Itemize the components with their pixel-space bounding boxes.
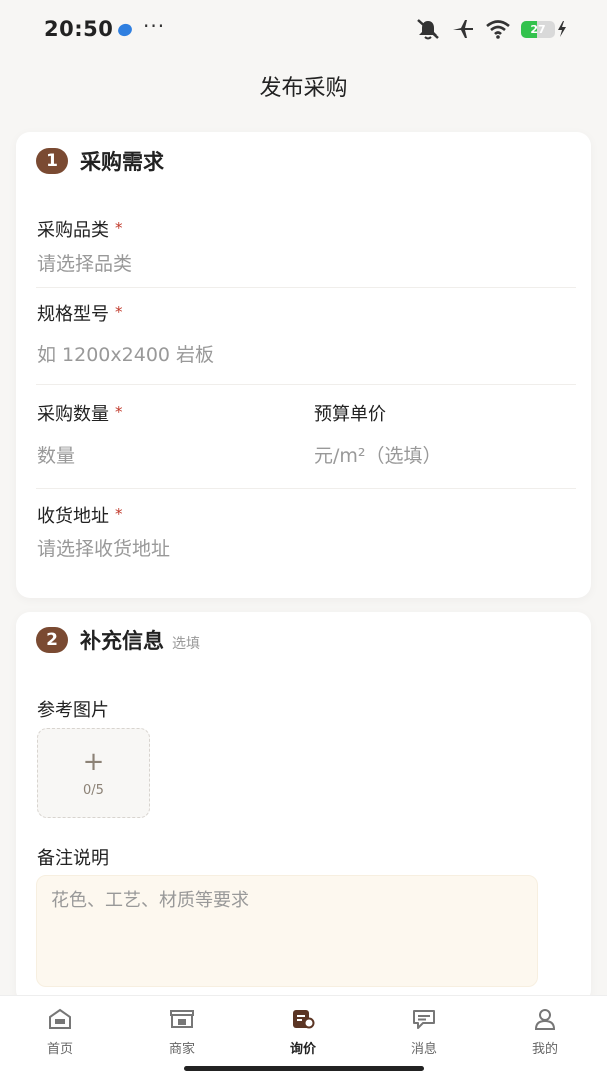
profile-icon xyxy=(534,1009,556,1030)
required-mark: * xyxy=(115,219,123,237)
unit-price-input[interactable]: 元/m²（选填） xyxy=(314,441,442,468)
spec-input[interactable]: 如 1200x2400 岩板 xyxy=(37,340,214,367)
reference-images-label: 参考图片 xyxy=(37,700,109,721)
divider xyxy=(36,287,576,288)
section-title: 采购需求 xyxy=(80,150,164,174)
battery-indicator: 27 xyxy=(521,20,567,38)
tab-label: 我的 xyxy=(531,1042,558,1057)
quantity-label-text: 采购数量 xyxy=(37,404,109,425)
remark-textarea[interactable]: 花色、工艺、材质等要求 xyxy=(36,875,538,987)
tab-label: 首页 xyxy=(46,1042,73,1057)
status-icons: 27 xyxy=(415,18,567,40)
home-icon xyxy=(49,1008,71,1029)
step-badge: 1 xyxy=(36,148,68,174)
app-notification-icon xyxy=(116,21,134,39)
tab-messages[interactable]: 消息 xyxy=(384,1008,464,1057)
remark-label: 备注说明 xyxy=(37,848,109,869)
divider xyxy=(36,384,576,385)
category-label-text: 采购品类 xyxy=(37,220,109,241)
quantity-label: 采购数量 * xyxy=(37,400,123,426)
store-icon xyxy=(170,1010,194,1028)
unit-price-label: 预算单价 xyxy=(314,404,386,425)
category-select[interactable]: 请选择品类 xyxy=(37,249,132,276)
address-select[interactable]: 请选择收货地址 xyxy=(37,534,170,561)
message-icon xyxy=(413,1010,435,1029)
divider xyxy=(36,488,576,489)
inquiry-icon xyxy=(293,1010,315,1029)
more-notifications-icon: ··· xyxy=(143,14,166,38)
required-mark: * xyxy=(115,505,123,523)
section-header-requirements: 1 采购需求 xyxy=(36,146,164,176)
tab-home[interactable]: 首页 xyxy=(20,1008,100,1057)
silent-icon xyxy=(417,19,439,40)
charging-icon xyxy=(558,21,566,37)
tab-store[interactable]: 商家 xyxy=(142,1008,222,1057)
category-label: 采购品类 * xyxy=(37,216,123,242)
section-title: 补充信息 xyxy=(80,629,164,653)
section-header-supplementary: 2 补充信息 选填 xyxy=(36,625,200,655)
optional-tag: 选填 xyxy=(172,636,200,652)
status-time: 20:50 xyxy=(44,17,114,41)
supplementary-info-card: 2 补充信息 选填 参考图片 + 0/5 备注说明 花色、工艺、材质等要求 xyxy=(16,612,591,1004)
step-badge: 2 xyxy=(36,627,68,653)
required-mark: * xyxy=(115,303,123,321)
purchase-requirements-card: 1 采购需求 采购品类 * 请选择品类 规格型号 * 如 1200x2400 岩板 … xyxy=(16,132,591,598)
tab-profile[interactable]: 我的 xyxy=(505,1008,585,1057)
spec-label: 规格型号 * xyxy=(37,300,123,326)
tab-label: 商家 xyxy=(168,1042,195,1057)
battery-level: 27 xyxy=(530,22,546,36)
home-indicator[interactable] xyxy=(184,1066,424,1071)
status-bar: 20:50 ··· 27 xyxy=(0,0,607,60)
spec-label-text: 规格型号 xyxy=(37,304,109,325)
required-mark: * xyxy=(115,403,123,421)
airplane-icon xyxy=(453,20,473,38)
address-label-text: 收货地址 xyxy=(37,506,109,527)
image-upload-button[interactable]: + 0/5 xyxy=(37,728,150,818)
upload-count: 0/5 xyxy=(83,782,104,798)
tab-inquiry[interactable]: 询价 xyxy=(263,1008,343,1057)
page-title: 发布采购 xyxy=(259,76,348,101)
address-label: 收货地址 * xyxy=(37,502,123,528)
tab-label: 询价 xyxy=(289,1042,316,1057)
tab-label: 消息 xyxy=(410,1042,437,1057)
wifi-icon xyxy=(486,20,510,39)
plus-icon: + xyxy=(82,746,105,777)
quantity-input[interactable]: 数量 xyxy=(37,441,75,468)
